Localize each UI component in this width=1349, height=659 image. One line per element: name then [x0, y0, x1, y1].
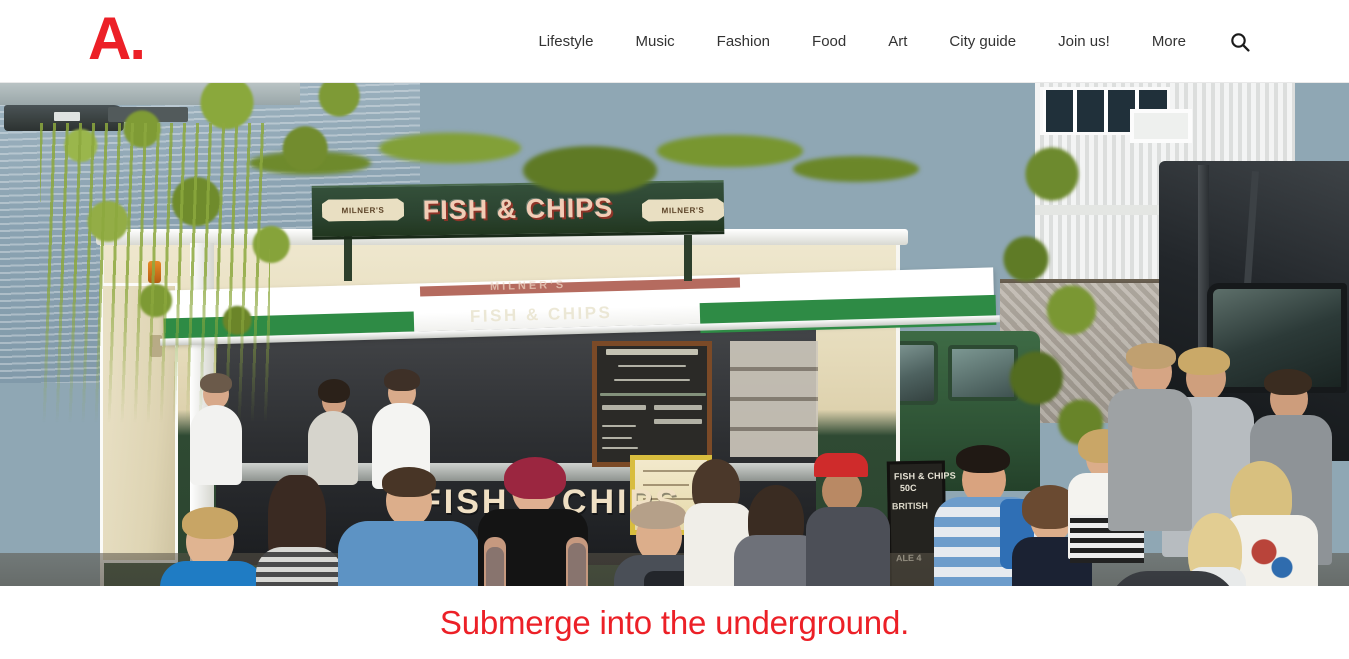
interior-photo-wall	[730, 341, 818, 457]
search-button[interactable]	[1227, 29, 1253, 55]
sandwich-board-line1: FISH & CHIPS	[893, 470, 957, 482]
chalk-heading-line	[606, 349, 698, 355]
headline-section: Submerge into the underground.	[0, 586, 1349, 659]
nav-item-art[interactable]: Art	[867, 0, 928, 83]
willow-fronds	[40, 123, 270, 423]
yellow-board-line	[643, 470, 701, 472]
chalk-divider	[600, 393, 706, 396]
chalk-subtitle-line	[618, 365, 686, 367]
sandwich-board-line3: BRITISH	[891, 500, 929, 512]
awning-text: FISH & CHIPS	[469, 303, 613, 326]
sign-ribbon-right: MILNER'S	[642, 198, 724, 221]
chalk-line-e	[602, 425, 636, 427]
sign-title-text: FISH & CHIPS	[422, 192, 614, 226]
tattoo	[486, 547, 504, 586]
nav-item-lifestyle[interactable]: Lifestyle	[517, 0, 614, 83]
shirt-print	[1240, 531, 1300, 583]
chalk-line-f	[602, 437, 632, 439]
sign-post-right	[684, 235, 692, 281]
chalk-curry-sauce	[654, 419, 702, 424]
nav-item-join-us[interactable]: Join us!	[1037, 0, 1131, 83]
main-navigation: Lifestyle Music Fashion Food Art City gu…	[517, 0, 1253, 83]
red-cap	[814, 453, 868, 477]
page-headline: Submerge into the underground.	[439, 603, 910, 641]
sandwich-board-line2: 50C	[899, 482, 917, 494]
hero-photo-canvas: MILNER'S FISH & CHIPS FISH & CHIPS MILNE…	[0, 83, 1349, 586]
nav-item-food[interactable]: Food	[791, 0, 867, 83]
chalk-line-a	[614, 379, 690, 381]
building-window	[1130, 109, 1192, 143]
site-header: A. Lifestyle Music Fashion Food Art City…	[0, 0, 1349, 83]
nav-item-music[interactable]: Music	[614, 0, 695, 83]
site-logo[interactable]: A.	[88, 8, 146, 70]
tattoo	[568, 543, 586, 586]
nav-item-fashion[interactable]: Fashion	[696, 0, 791, 83]
hero-image: MILNER'S FISH & CHIPS FISH & CHIPS MILNE…	[0, 83, 1349, 586]
search-icon	[1230, 32, 1250, 52]
chalk-extras-label	[602, 405, 646, 410]
nav-item-city-guide[interactable]: City guide	[928, 0, 1037, 83]
awning-top-text: MILNER'S	[489, 278, 567, 294]
chalk-mushy-peas	[654, 405, 702, 410]
chalk-line-g	[602, 447, 638, 449]
nav-item-more[interactable]: More	[1131, 0, 1207, 83]
